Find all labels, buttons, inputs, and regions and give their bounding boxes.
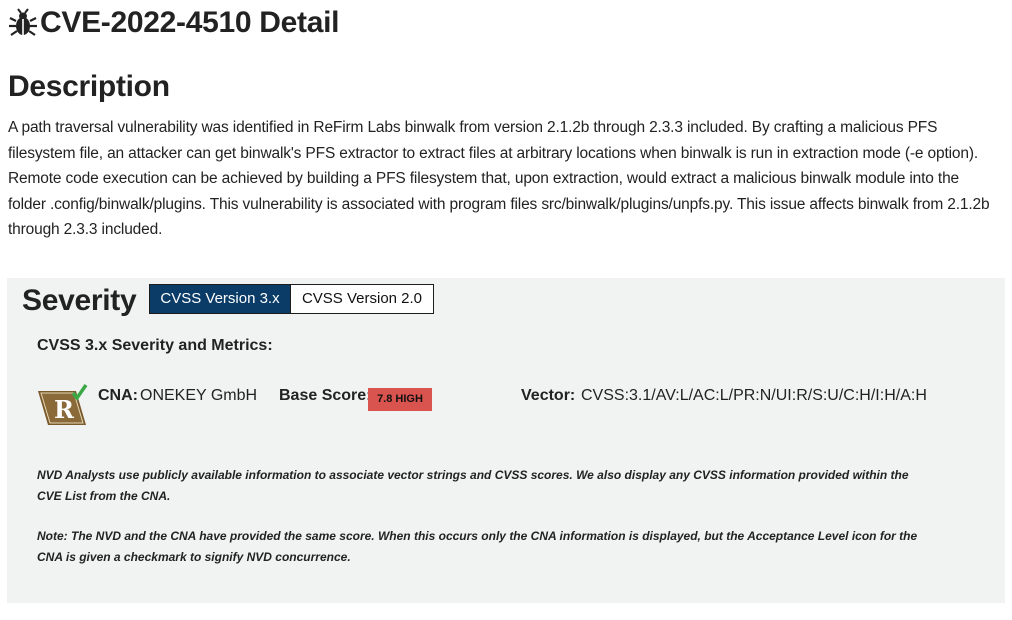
vector-label: Vector: [521,387,576,404]
base-score-label: Base Score: [279,387,372,404]
same-score-note: Note: The NVD and the CNA have provided … [37,529,918,564]
base-score-badge[interactable]: 7.8 HIGH [368,388,432,411]
description-text: A path traversal vulnerability was ident… [8,119,990,238]
bug-icon [9,8,37,36]
acceptance-level-icon: R [38,384,88,425]
severity-panel: Severity CVSS Version 3.x CVSS Version 2… [7,278,1005,603]
nvd-analyst-note: NVD Analysts use publicly available info… [37,468,909,503]
acceptance-icon-letter: R [54,395,75,424]
page-title: CVE-2022-4510 Detail [8,6,339,40]
cna-value: ONEKEY GmbH [140,387,258,404]
metrics-heading: CVSS 3.x Severity and Metrics: [37,337,273,354]
description-heading: Description [8,70,170,103]
tab-cvss-v3[interactable]: CVSS Version 3.x [149,284,291,314]
vector-value: CVSS:3.1/AV:L/AC:L/PR:N/UI:R/S:U/C:H/I:H… [581,387,927,404]
severity-heading: Severity [22,284,137,317]
cna-label: CNA: [98,387,138,404]
tab-cvss-v2[interactable]: CVSS Version 2.0 [290,284,434,314]
cve-title: CVE-2022-4510 Detail [40,6,340,39]
